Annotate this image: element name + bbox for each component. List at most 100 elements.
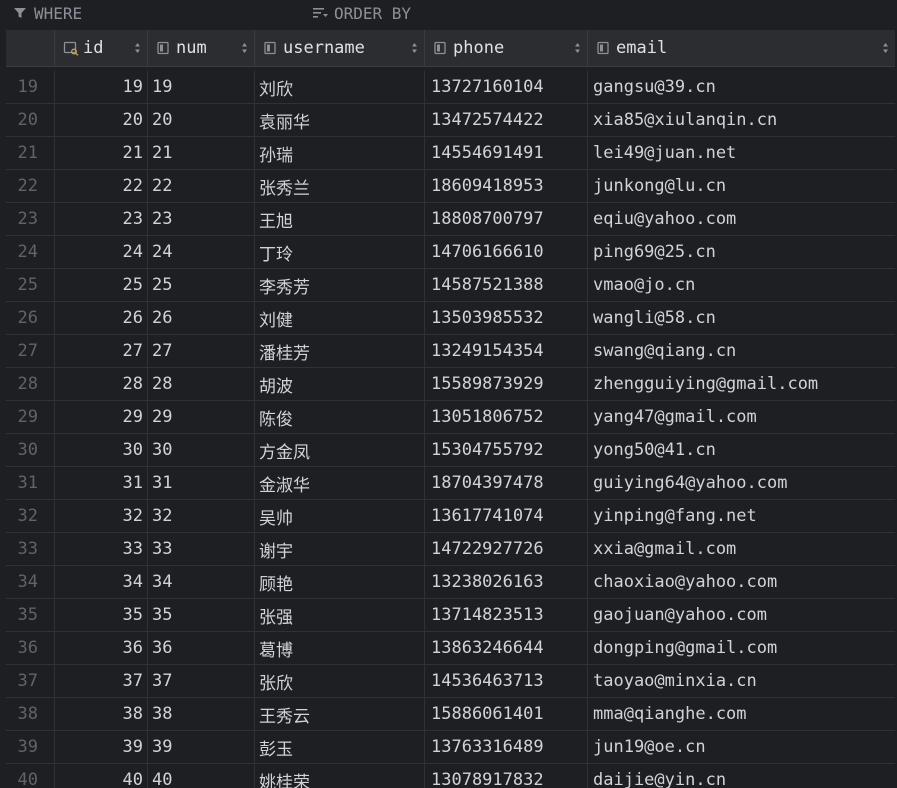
cell-phone[interactable]: 13617741074: [425, 500, 588, 532]
cell-num[interactable]: 36: [148, 632, 255, 664]
cell-username[interactable]: 胡波: [255, 368, 425, 400]
cell-email[interactable]: junkong@lu.cn: [588, 170, 895, 202]
column-header-num[interactable]: num: [148, 30, 255, 66]
cell-num[interactable]: 38: [148, 698, 255, 730]
table-row[interactable]: 21 21 21 孙瑞 14554691491 lei49@juan.net: [6, 137, 895, 170]
cell-email[interactable]: zhengguiying@gmail.com: [588, 368, 895, 400]
cell-username[interactable]: 张秀兰: [255, 170, 425, 202]
cell-id[interactable]: 21: [55, 137, 148, 169]
cell-id[interactable]: 35: [55, 599, 148, 631]
table-row[interactable]: 34 34 34 顾艳 13238026163 chaoxiao@yahoo.com: [6, 566, 895, 599]
cell-num[interactable]: 27: [148, 335, 255, 367]
cell-id[interactable]: 28: [55, 368, 148, 400]
cell-email[interactable]: chaoxiao@yahoo.com: [588, 566, 895, 598]
cell-id[interactable]: 40: [55, 764, 148, 788]
cell-username[interactable]: 张强: [255, 599, 425, 631]
cell-id[interactable]: 32: [55, 500, 148, 532]
cell-username[interactable]: 王秀云: [255, 698, 425, 730]
table-row[interactable]: 31 31 31 金淑华 18704397478 guiying64@yahoo.com: [6, 467, 895, 500]
cell-username[interactable]: 金淑华: [255, 467, 425, 499]
cell-phone[interactable]: 15304755792: [425, 434, 588, 466]
cell-email[interactable]: ping69@25.cn: [588, 236, 895, 268]
cell-id[interactable]: 31: [55, 467, 148, 499]
cell-username[interactable]: 方金凤: [255, 434, 425, 466]
cell-username[interactable]: 孙瑞: [255, 137, 425, 169]
cell-username[interactable]: 刘健: [255, 302, 425, 334]
table-row[interactable]: 40 40 40 姚桂荣 13078917832 daijie@yin.cn: [6, 764, 895, 788]
cell-username[interactable]: 潘桂芳: [255, 335, 425, 367]
cell-username[interactable]: 李秀芳: [255, 269, 425, 301]
cell-email[interactable]: wangli@58.cn: [588, 302, 895, 334]
cell-username[interactable]: 丁玲: [255, 236, 425, 268]
table-row[interactable]: 25 25 25 李秀芳 14587521388 vmao@jo.cn: [6, 269, 895, 302]
cell-phone[interactable]: 18808700797: [425, 203, 588, 235]
cell-phone[interactable]: 14722927726: [425, 533, 588, 565]
sort-icon[interactable]: [241, 42, 248, 54]
table-row[interactable]: 19 19 19 刘欣 13727160104 gangsu@39.cn: [6, 71, 895, 104]
table-row[interactable]: 33 33 33 谢宇 14722927726 xxia@gmail.com: [6, 533, 895, 566]
cell-num[interactable]: 32: [148, 500, 255, 532]
cell-id[interactable]: 23: [55, 203, 148, 235]
cell-id[interactable]: 25: [55, 269, 148, 301]
cell-email[interactable]: yinping@fang.net: [588, 500, 895, 532]
cell-id[interactable]: 29: [55, 401, 148, 433]
cell-id[interactable]: 27: [55, 335, 148, 367]
table-row[interactable]: 24 24 24 丁玲 14706166610 ping69@25.cn: [6, 236, 895, 269]
table-row[interactable]: 30 30 30 方金凤 15304755792 yong50@41.cn: [6, 434, 895, 467]
cell-num[interactable]: 25: [148, 269, 255, 301]
table-row[interactable]: 23 23 23 王旭 18808700797 eqiu@yahoo.com: [6, 203, 895, 236]
column-header-phone[interactable]: phone: [425, 30, 588, 66]
cell-num[interactable]: 22: [148, 170, 255, 202]
cell-num[interactable]: 39: [148, 731, 255, 763]
cell-num[interactable]: 20: [148, 104, 255, 136]
cell-username[interactable]: 谢宇: [255, 533, 425, 565]
cell-phone[interactable]: 15589873929: [425, 368, 588, 400]
cell-username[interactable]: 葛博: [255, 632, 425, 664]
cell-num[interactable]: 29: [148, 401, 255, 433]
cell-phone[interactable]: 14587521388: [425, 269, 588, 301]
cell-email[interactable]: lei49@juan.net: [588, 137, 895, 169]
where-filter[interactable]: WHERE: [12, 3, 82, 23]
table-row[interactable]: 39 39 39 彭玉 13763316489 jun19@oe.cn: [6, 731, 895, 764]
table-row[interactable]: 26 26 26 刘健 13503985532 wangli@58.cn: [6, 302, 895, 335]
cell-num[interactable]: 21: [148, 137, 255, 169]
cell-id[interactable]: 38: [55, 698, 148, 730]
column-header-email[interactable]: email: [588, 30, 895, 66]
cell-email[interactable]: yong50@41.cn: [588, 434, 895, 466]
cell-email[interactable]: daijie@yin.cn: [588, 764, 895, 788]
cell-phone[interactable]: 13051806752: [425, 401, 588, 433]
cell-username[interactable]: 姚桂荣: [255, 764, 425, 788]
cell-email[interactable]: xxia@gmail.com: [588, 533, 895, 565]
sort-icon[interactable]: [882, 42, 889, 54]
cell-username[interactable]: 陈俊: [255, 401, 425, 433]
cell-phone[interactable]: 14706166610: [425, 236, 588, 268]
cell-phone[interactable]: 18704397478: [425, 467, 588, 499]
cell-username[interactable]: 吴帅: [255, 500, 425, 532]
cell-phone[interactable]: 18609418953: [425, 170, 588, 202]
sort-icon[interactable]: [411, 42, 418, 54]
table-row[interactable]: 37 37 37 张欣 14536463713 taoyao@minxia.cn: [6, 665, 895, 698]
cell-email[interactable]: jun19@oe.cn: [588, 731, 895, 763]
sort-icon[interactable]: [134, 42, 141, 54]
cell-id[interactable]: 36: [55, 632, 148, 664]
table-row[interactable]: 20 20 20 袁丽华 13472574422 xia85@xiulanqin.cn: [6, 104, 895, 137]
cell-id[interactable]: 24: [55, 236, 148, 268]
order-by-filter[interactable]: ORDER BY: [312, 3, 411, 23]
cell-email[interactable]: yang47@gmail.com: [588, 401, 895, 433]
cell-id[interactable]: 26: [55, 302, 148, 334]
cell-email[interactable]: gangsu@39.cn: [588, 71, 895, 103]
table-row[interactable]: 29 29 29 陈俊 13051806752 yang47@gmail.com: [6, 401, 895, 434]
cell-num[interactable]: 37: [148, 665, 255, 697]
table-row[interactable]: 32 32 32 吴帅 13617741074 yinping@fang.net: [6, 500, 895, 533]
cell-id[interactable]: 20: [55, 104, 148, 136]
table-row[interactable]: 27 27 27 潘桂芳 13249154354 swang@qiang.cn: [6, 335, 895, 368]
cell-num[interactable]: 34: [148, 566, 255, 598]
cell-num[interactable]: 35: [148, 599, 255, 631]
cell-phone[interactable]: 13727160104: [425, 71, 588, 103]
cell-id[interactable]: 33: [55, 533, 148, 565]
cell-phone[interactable]: 13714823513: [425, 599, 588, 631]
cell-num[interactable]: 23: [148, 203, 255, 235]
cell-id[interactable]: 39: [55, 731, 148, 763]
cell-phone[interactable]: 14554691491: [425, 137, 588, 169]
table-row[interactable]: 22 22 22 张秀兰 18609418953 junkong@lu.cn: [6, 170, 895, 203]
